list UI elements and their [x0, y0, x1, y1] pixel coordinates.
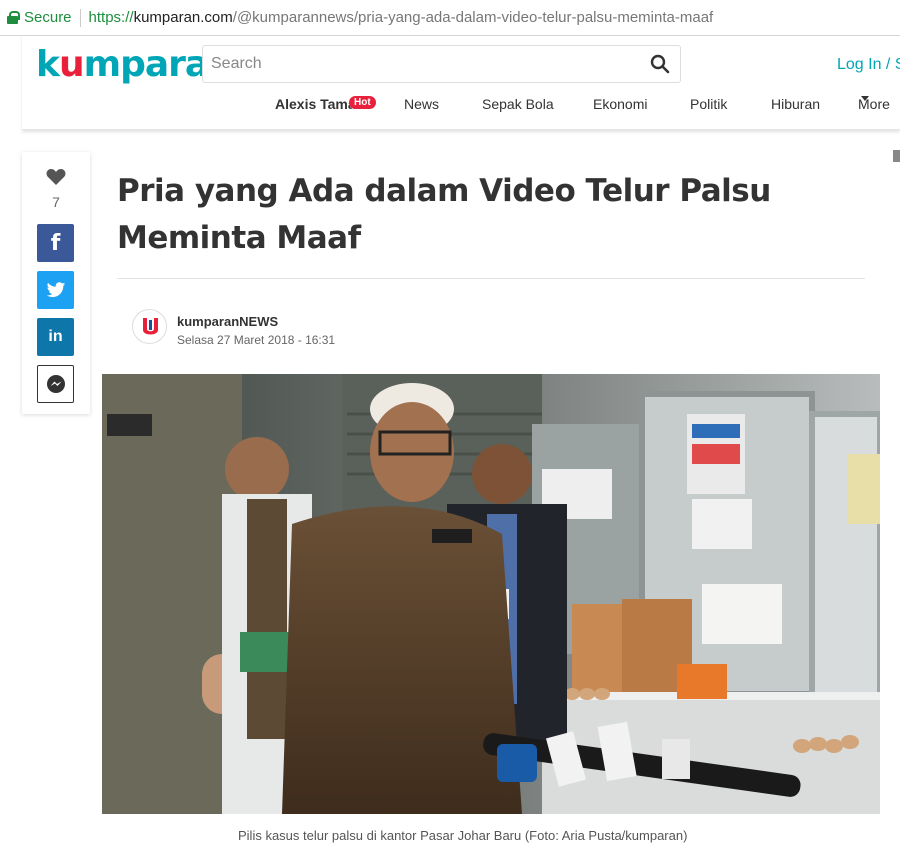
login-link[interactable]: Log In / S	[837, 56, 900, 74]
photo-caption: Pilis kasus telur palsu di kantor Pasar …	[238, 828, 688, 843]
publish-date: Selasa 27 Maret 2018 - 16:31	[177, 333, 336, 347]
nav-item-sepak-bola[interactable]: Sepak Bola	[482, 96, 554, 112]
nav-item-ekonomi[interactable]: Ekonomi	[593, 96, 647, 112]
article-photo	[102, 374, 880, 814]
messenger-icon	[46, 375, 65, 393]
url-path: /@kumparannews/pria-yang-ada-dalam-video…	[232, 9, 714, 26]
messenger-share-button[interactable]	[37, 365, 74, 403]
author-avatar[interactable]	[132, 309, 167, 344]
url-scheme: https://	[88, 9, 134, 26]
secure-label: Secure	[24, 9, 72, 26]
twitter-icon	[46, 281, 65, 297]
main-nav: Alexis Tamat Hot News Sepak Bola Ekonomi…	[22, 96, 900, 118]
kumparan-news-logo-icon	[143, 318, 158, 335]
search-input[interactable]	[203, 46, 623, 82]
linkedin-icon: in	[48, 328, 63, 345]
url-text[interactable]: https://kumparan.com/@kumparannews/pria-…	[89, 9, 714, 26]
title-divider	[117, 278, 865, 279]
address-divider	[79, 8, 81, 27]
lock-icon	[7, 11, 20, 24]
linkedin-share-button[interactable]: in	[37, 318, 74, 356]
author-name[interactable]: kumparanNEWS	[177, 314, 278, 329]
facebook-icon: f	[50, 230, 61, 256]
hot-badge: Hot	[349, 96, 376, 109]
nav-item-featured[interactable]: Alexis Tamat	[275, 96, 360, 112]
site-header: kumparan Log In / S Alexis Tamat Hot New…	[22, 36, 900, 130]
scrollbar-thumb[interactable]	[893, 150, 900, 162]
search-icon[interactable]	[650, 54, 670, 74]
browser-address-bar[interactable]: Secure https://kumparan.com/@kumparannew…	[0, 0, 900, 36]
nav-item-hiburan[interactable]: Hiburan	[771, 96, 820, 112]
nav-item-politik[interactable]: Politik	[690, 96, 727, 112]
facebook-share-button[interactable]: f	[37, 224, 74, 262]
heart-icon[interactable]	[46, 168, 66, 186]
twitter-share-button[interactable]	[37, 271, 74, 309]
url-host: kumparan.com	[133, 9, 233, 26]
nav-item-news[interactable]: News	[404, 96, 439, 112]
search-box	[202, 45, 681, 83]
chevron-down-icon	[861, 96, 869, 101]
article-title: Pria yang Ada dalam Video Telur Palsu Me…	[117, 173, 771, 256]
share-sidebar: 7 f in	[22, 152, 90, 414]
like-count: 7	[52, 194, 60, 210]
